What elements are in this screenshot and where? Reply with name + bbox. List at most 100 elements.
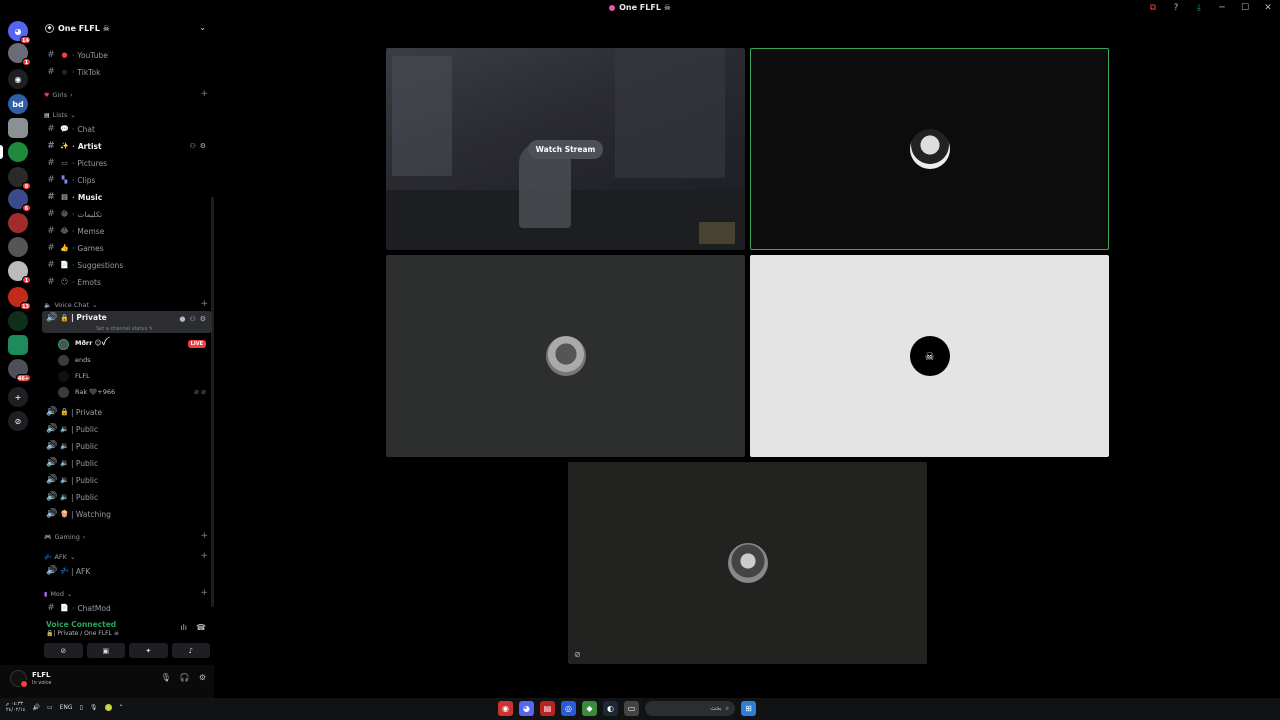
chevron-up-icon[interactable]: ⌃ [119,704,124,711]
gear-icon[interactable]: ⚙ [200,142,206,150]
voice-channel-public[interactable]: 🔊 🔉 | Public [42,489,212,505]
app-icon[interactable]: ◆ [582,701,597,716]
microphone-icon[interactable]: 🎙 [90,704,98,711]
close-button[interactable]: ✕ [1262,2,1274,14]
discord-home-button[interactable]: ◕ 14 [8,21,31,44]
server-folder[interactable]: 46+ [8,359,31,382]
category-lists[interactable]: ▤ Lists ⌄ [44,109,212,121]
guild-header[interactable]: ◆ One FLFL ☠︎ ⌄ [38,17,214,39]
voice-channel-public[interactable]: 🔊 🔉 | Public [42,421,212,437]
help-icon[interactable]: ? [1170,2,1182,14]
server-icon[interactable]: bd [8,94,28,114]
category-mod[interactable]: ▮ Mod ⌄ + [44,588,212,600]
server-icon[interactable]: 1 [8,43,31,66]
voice-user[interactable]: Rak 🖤+966 ⊘ ⊘ [58,384,212,400]
server-icon[interactable]: 8 [8,167,31,190]
steam-icon[interactable]: ◐ [603,701,618,716]
disconnect-icon[interactable]: ☎ [196,623,206,632]
channel-pictures[interactable]: # ▭ · Pictures [42,155,212,171]
windows-start-icon[interactable]: ⊞ [741,701,756,716]
channel-status-hint[interactable]: Set a channel status ✎ [96,326,153,332]
server-icon[interactable] [8,335,28,355]
channel-suggestions[interactable]: # 📄 · Suggestions [42,257,212,273]
participant-tile[interactable]: ⊘ [568,462,927,664]
chat-bubble-icon[interactable]: ● [179,315,185,323]
app-icon[interactable]: ◎ [561,701,576,716]
voice-channel-public[interactable]: 🔊 🔉 | Public [42,438,212,454]
headphones-icon[interactable]: 🎧 [180,673,190,682]
add-channel-icon[interactable]: + [200,299,208,309]
user-avatar[interactable] [10,670,28,688]
soundboard-button[interactable]: ♪ [171,643,210,658]
network-icon[interactable]: ▭ [47,704,53,711]
minimize-button[interactable]: ─ [1216,2,1228,14]
channel-games[interactable]: # 👍 · Games [42,240,212,256]
channel-artist[interactable]: # ✨ · Artist ⚇ ⚙ [42,138,212,154]
channel-memse[interactable]: # 😂 · Memse [42,223,212,239]
voice-channel-watching[interactable]: 🔊 🍿 | Watching [42,506,212,522]
file-explorer-icon[interactable]: ▭ [624,701,639,716]
add-server-button[interactable]: + [8,387,28,407]
server-icon[interactable] [8,213,28,233]
voice-channel-public[interactable]: 🔊 🔉 | Public [42,455,212,471]
server-icon[interactable] [8,237,28,257]
user-name[interactable]: FLFL [32,671,50,679]
add-channel-icon[interactable]: + [200,89,208,99]
channel-youtube[interactable]: # ● · YouTube [42,47,212,63]
camera-off-button[interactable]: ⊘ [44,643,83,658]
watch-stream-button[interactable]: Watch Stream [527,139,604,159]
participant-tile[interactable] [386,255,745,457]
server-icon[interactable]: 1 [8,261,31,284]
app-icon[interactable]: ◉ [498,701,513,716]
gear-icon[interactable]: ⚙ [200,315,206,323]
server-icon[interactable] [8,311,28,331]
channel-arabic[interactable]: # 😁 · تكليمات [42,206,212,222]
server-icon[interactable]: 6 [8,189,31,212]
channel-clips[interactable]: # ▚ · Clips [42,172,212,188]
channel-emots[interactable]: # 😶 · Emots [42,274,212,290]
maximize-button[interactable]: ☐ [1239,2,1251,14]
stream-tile[interactable]: Watch Stream [386,48,745,250]
channel-music[interactable]: # ▤ · Music [42,189,212,205]
participant-tile[interactable]: ☠ [750,255,1109,457]
gear-icon[interactable]: ⚙ [199,673,206,682]
voice-user[interactable]: FLFL [58,368,212,384]
voice-channel-public[interactable]: 🔊 🔉 | Public [42,472,212,488]
microphone-icon[interactable]: 🎙 [161,673,171,682]
activities-button[interactable]: ✦ [129,643,168,658]
voice-connected-status[interactable]: Voice Connected [46,620,116,629]
channel-chatmod[interactable]: # 📄 · ChatMod [42,600,212,616]
invite-icon[interactable]: ⚇ [189,142,195,150]
category-afk[interactable]: 💤 AFK ⌄ + [44,551,212,563]
voice-location[interactable]: 🔒| Private / One FLFL ☠︎ [46,630,119,637]
invite-icon[interactable]: ⚇ [189,315,195,323]
taskbar-search[interactable]: بحث ⌕ [645,701,735,716]
add-channel-icon[interactable]: + [200,588,208,598]
screen-share-icon[interactable]: ⧉ [1147,2,1159,14]
voice-user[interactable]: Mðrr ☺︎ꪜ LIVE [58,336,212,352]
add-channel-icon[interactable]: + [200,531,208,541]
channel-tiktok[interactable]: # ● · TikTok [42,64,212,80]
discord-app-icon[interactable]: ◕ [519,701,534,716]
language-indicator[interactable]: ENG [60,704,73,711]
voice-user[interactable]: ends [58,352,212,368]
battery-icon[interactable]: ▯ [80,704,83,711]
category-girls[interactable]: ♥ Girls › + [44,89,212,101]
server-icon[interactable]: 13 [8,287,31,310]
server-icon[interactable] [8,118,28,138]
noise-suppression-icon[interactable]: ılı [180,623,187,632]
add-channel-icon[interactable]: + [200,551,208,561]
server-icon[interactable]: ◉ [8,69,28,89]
screen-share-button[interactable]: ▣ [86,643,125,658]
server-icon[interactable] [0,142,28,162]
app-icon[interactable]: ▤ [540,701,555,716]
channel-chat[interactable]: # 💬 · Chat [42,121,212,137]
clock[interactable]: ٠٤:٣٣ م ٢٤/٠٢/١٤ [6,701,25,713]
voice-channel-private[interactable]: 🔊 🔒 | Private [42,404,212,420]
volume-icon[interactable]: 🔊 [32,704,39,711]
voice-channel-afk[interactable]: 🔊 💤 | AFK [42,563,212,579]
discover-button[interactable]: ⊘ [8,411,28,431]
participant-tile-speaking[interactable] [750,48,1109,250]
category-gaming[interactable]: 🎮 Gaming › + [44,531,212,543]
download-icon[interactable]: ⤓ [1193,2,1205,14]
